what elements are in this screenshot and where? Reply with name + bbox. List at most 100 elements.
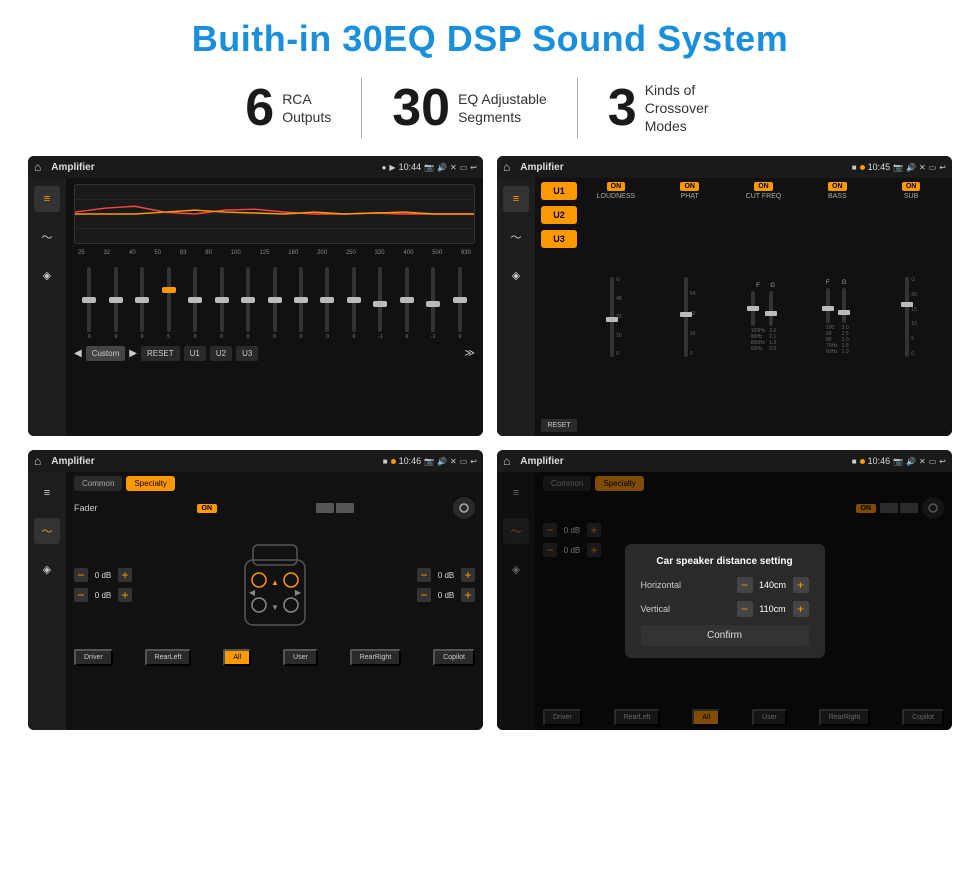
eq-track-13[interactable] [431,267,435,332]
home-icon-4[interactable]: ⌂ [503,454,510,468]
dialog-horizontal-row: Horizontal − 140cm + [641,577,809,593]
cutfreq-on[interactable]: ON [754,182,773,191]
eq-track-12[interactable] [405,267,409,332]
speaker-icon-btn[interactable]: ◈ [34,262,60,288]
cutfreq-track-g[interactable] [769,291,773,326]
wave-icon-btn-2[interactable]: 〜 [503,224,529,250]
home-icon[interactable]: ⌂ [34,160,41,174]
home-icon-2[interactable]: ⌂ [503,160,510,174]
custom-btn[interactable]: Custom [86,346,126,361]
fader-bottom: Driver RearLeft All User RearRight Copil… [74,649,475,666]
next-arrow[interactable]: ▶ [129,348,137,359]
freq-100: 100 [231,250,241,256]
user-btn[interactable]: User [283,649,318,666]
screen3-title: Amplifier [51,456,378,467]
freq-320: 320 [375,250,385,256]
wave-icon-btn-3[interactable]: 〜 [34,518,60,544]
sub-slider: G 20 15 10 5 0 [905,202,917,432]
screen3-content: ≡ 〜 ◈ Common Specialty Fader ON [28,472,483,730]
u2-btn[interactable]: U2 [210,346,232,361]
eq-icon-btn[interactable]: ≡ [34,186,60,212]
u1-btn[interactable]: U1 [184,346,206,361]
cutfreq-track-f[interactable] [751,291,755,326]
db-plus-lt[interactable]: + [118,568,132,582]
prev-arrow[interactable]: ◀ [74,348,82,359]
speaker-icon-btn-3[interactable]: ◈ [34,556,60,582]
forward-icon[interactable]: ≫ [465,348,475,359]
eq-track-5[interactable] [220,267,224,332]
speaker-icon-btn-2[interactable]: ◈ [503,262,529,288]
fader-tabs: Common Specialty [74,476,475,491]
vertical-minus[interactable]: − [737,601,753,617]
eq-icon-btn-3[interactable]: ≡ [34,480,60,506]
eq-track-10[interactable] [352,267,356,332]
phat-on[interactable]: ON [680,182,699,191]
all-btn[interactable]: All [223,649,251,666]
u1-select-btn[interactable]: U1 [541,182,577,200]
eq-slider-5: 0 [210,267,232,340]
copilot-btn[interactable]: Copilot [433,649,475,666]
fader-on-badge[interactable]: ON [197,504,218,513]
bass-track-g[interactable] [842,288,846,323]
db-plus-rb[interactable]: + [461,588,475,602]
eq-track-9[interactable] [325,267,329,332]
ch-sub: ON SUB G 20 15 10 [876,182,946,432]
loudness-track[interactable] [610,277,614,357]
vertical-plus[interactable]: + [793,601,809,617]
eq-slider-3: 5 [157,267,179,340]
home-icon-3[interactable]: ⌂ [34,454,41,468]
u3-select-btn[interactable]: U3 [541,230,577,248]
ch-bass: ON BASS F 100908070Hz60Hz [802,182,872,432]
u2-select-btn[interactable]: U2 [541,206,577,224]
back-icon-4: ↩ [939,457,946,466]
db-plus-rt[interactable]: + [461,568,475,582]
screen4-status-icons: ■ 10:46 📷 🔊 ✕ ▭ ↩ [852,456,946,466]
sub-on[interactable]: ON [902,182,921,191]
eq-track-3[interactable] [167,267,171,332]
db-minus-rt[interactable]: − [417,568,431,582]
common-tab[interactable]: Common [74,476,122,491]
settings-icon[interactable] [453,497,475,519]
db-minus-lb[interactable]: − [74,588,88,602]
wave-icon-btn[interactable]: 〜 [34,224,60,250]
eq-track-4[interactable] [193,267,197,332]
volume-icon-1: 🔊 [437,163,447,172]
db-plus-lb[interactable]: + [118,588,132,602]
eq-track-8[interactable] [299,267,303,332]
eq-slider-0: 0 [78,267,100,340]
db-control-lb: − 0 dB + [74,588,132,602]
crossover-reset-btn[interactable]: RESET [541,419,577,432]
sub-track[interactable] [905,277,909,357]
eq-icon-btn-2[interactable]: ≡ [503,186,529,212]
fader-main-area: Common Specialty Fader ON [66,472,483,730]
bass-track-f[interactable] [826,288,830,323]
rearRight-btn[interactable]: RearRight [350,649,402,666]
driver-btn[interactable]: Driver [74,649,113,666]
eq-track-11[interactable] [378,267,382,332]
eq-track-2[interactable] [140,267,144,332]
confirm-button[interactable]: Confirm [641,625,809,646]
freq-125: 125 [260,250,270,256]
bass-on[interactable]: ON [828,182,847,191]
stat-eq-label: EQ AdjustableSegments [458,90,547,126]
camera-icon-2: 📷 [893,163,903,172]
horizontal-plus[interactable]: + [793,577,809,593]
db-minus-rb[interactable]: − [417,588,431,602]
eq-track-14[interactable] [458,267,462,332]
u3-btn[interactable]: U3 [236,346,258,361]
rearLeft-btn[interactable]: RearLeft [145,649,192,666]
eq-freq-labels: 25 32 40 50 63 80 100 125 160 200 250 32… [74,250,475,256]
eq-track-1[interactable] [114,267,118,332]
reset-btn[interactable]: RESET [141,346,180,361]
horizontal-minus[interactable]: − [737,577,753,593]
eq-track-7[interactable] [273,267,277,332]
freq-50: 50 [154,250,161,256]
db-control-rb: − 0 dB + [417,588,475,602]
specialty-tab[interactable]: Specialty [126,476,174,491]
loudness-on[interactable]: ON [607,182,626,191]
eq-track-0[interactable] [87,267,91,332]
db-minus-lt[interactable]: − [74,568,88,582]
eq-track-6[interactable] [246,267,250,332]
phat-track[interactable] [684,277,688,357]
orange-dot-4 [860,459,865,464]
